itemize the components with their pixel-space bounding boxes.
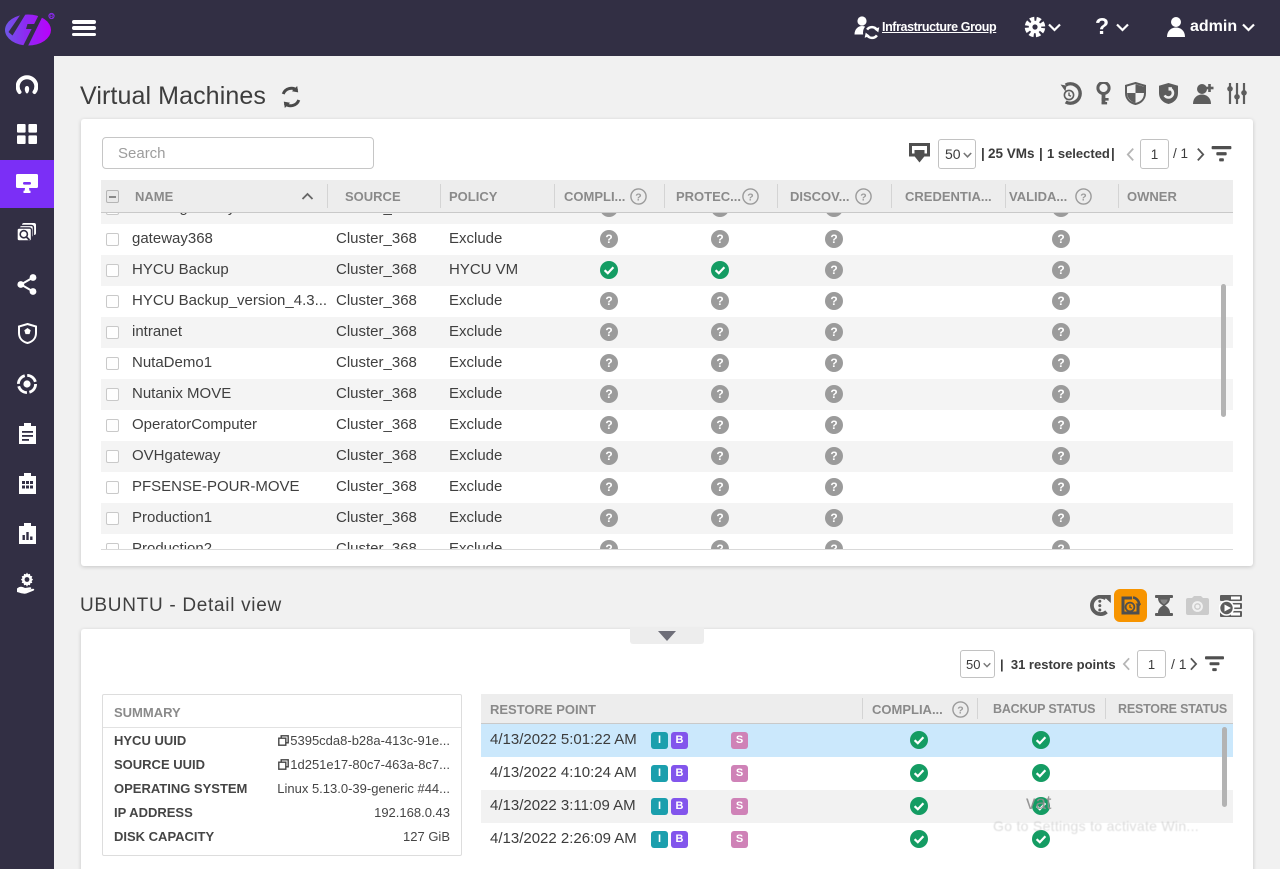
svg-text:?: ? <box>860 191 866 203</box>
svg-text:?: ? <box>1080 191 1086 203</box>
svg-text:?: ? <box>635 191 641 203</box>
svg-text:?: ? <box>957 704 963 716</box>
svg-text:R: R <box>49 14 54 20</box>
svg-text:?: ? <box>747 191 753 203</box>
